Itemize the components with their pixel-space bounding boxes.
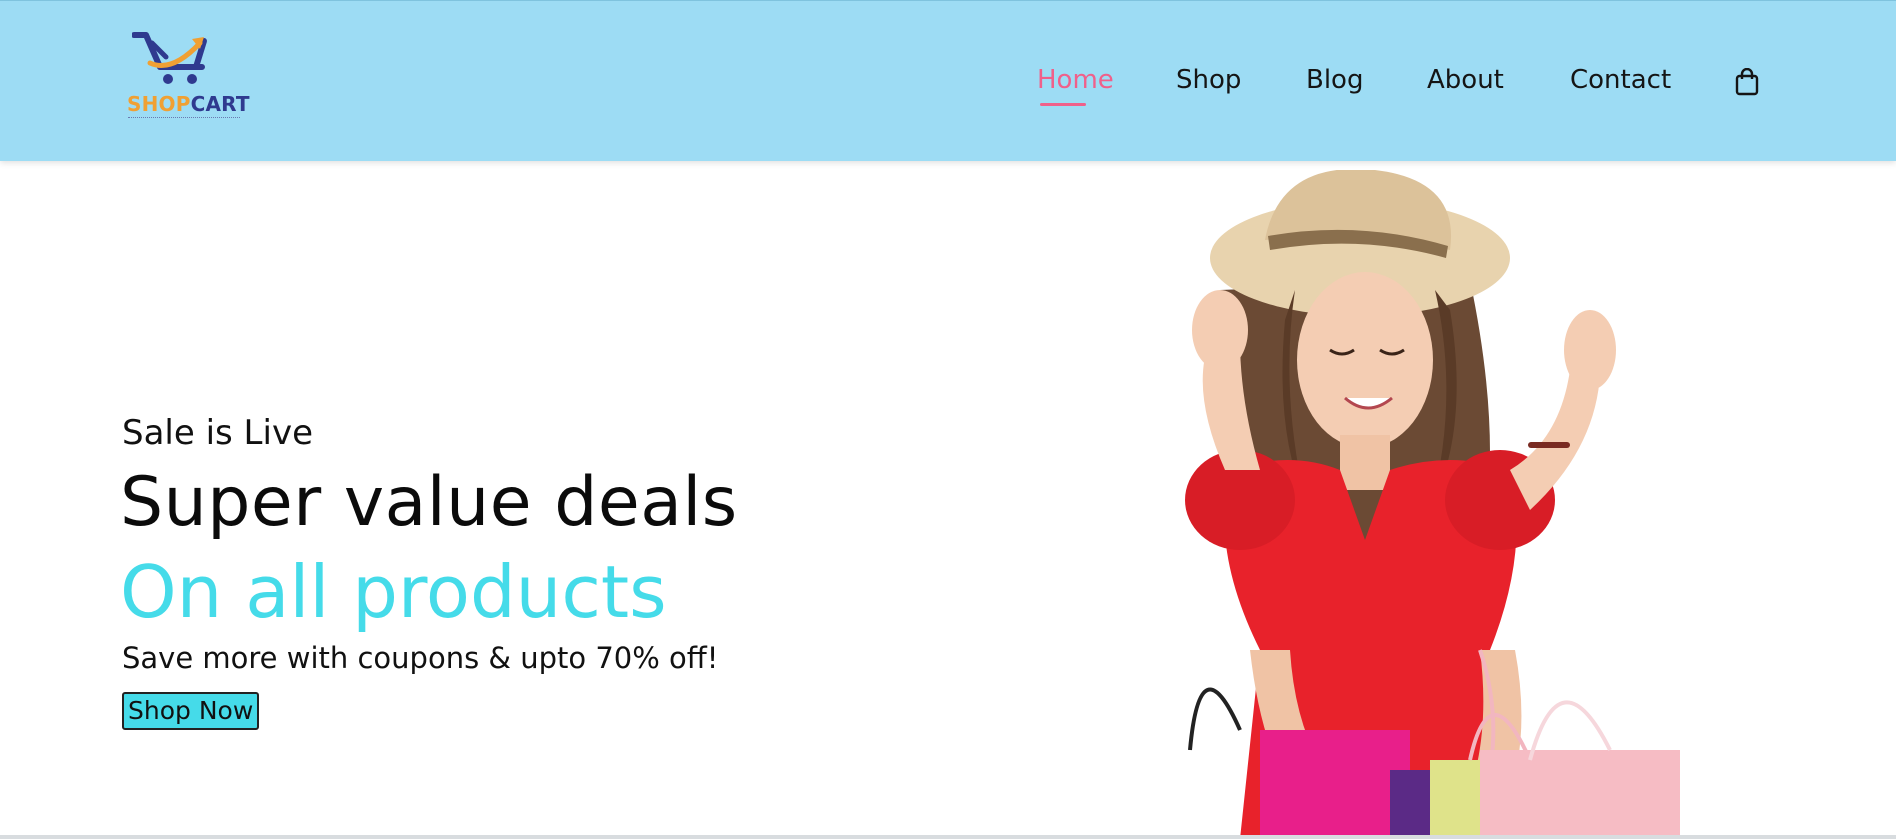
hero-subheadline: On all products (120, 550, 667, 634)
nav-about-label: About (1427, 65, 1504, 95)
nav-blog-label: Blog (1306, 65, 1364, 95)
nav-shop-label: Shop (1176, 65, 1242, 95)
main-nav: Home Shop Blog About Contact (0, 65, 1896, 106)
nav-contact[interactable]: Contact (1570, 65, 1671, 95)
nav-about[interactable]: About (1427, 65, 1504, 95)
nav-contact-label: Contact (1570, 65, 1672, 95)
hero-tagline: Save more with coupons & upto 70% off! (122, 641, 719, 675)
active-underline (1040, 103, 1086, 106)
hero-eyebrow: Sale is Live (122, 413, 313, 453)
nav-blog[interactable]: Blog (1306, 65, 1363, 95)
logo-tagline-mark (128, 117, 240, 122)
hero-headline: Super value deals (120, 463, 738, 542)
page-divider (0, 835, 1896, 839)
hero-model-image (1090, 170, 1750, 839)
nav-home[interactable]: Home (1037, 65, 1114, 106)
shopping-bag-icon[interactable] (1734, 67, 1760, 100)
nav-home-label: Home (1037, 65, 1114, 95)
site-header: SHOPCART Home Shop Blog About Contact (0, 0, 1896, 161)
shop-now-button[interactable]: Shop Now (122, 692, 260, 730)
nav-shop[interactable]: Shop (1176, 65, 1241, 95)
